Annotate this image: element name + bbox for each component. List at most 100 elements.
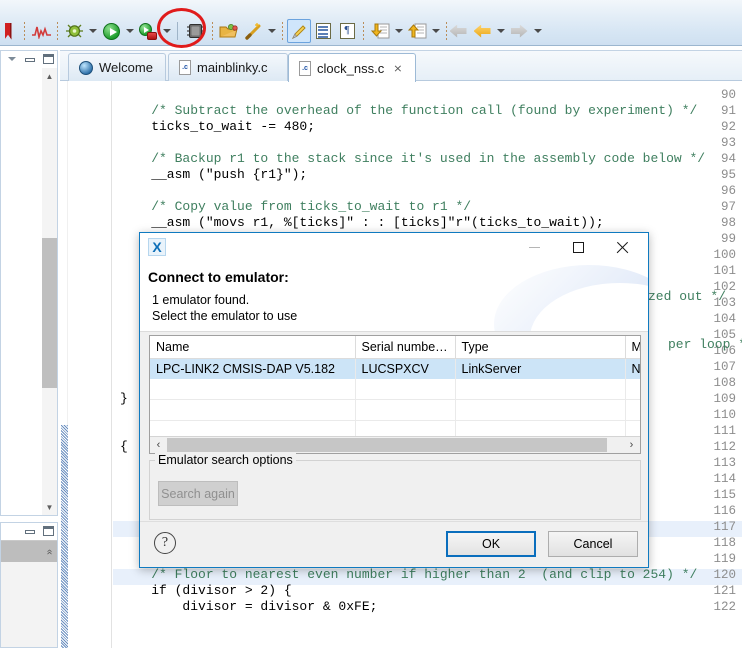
line-number: 108 (713, 376, 736, 390)
chip-debug-icon[interactable] (182, 19, 208, 43)
scrollbar-thumb[interactable] (167, 438, 607, 452)
build-dropdown-arrow[interactable] (265, 20, 278, 42)
table-column-header[interactable]: Name (150, 336, 356, 359)
ok-button[interactable]: OK (446, 531, 536, 557)
line-number: 116 (713, 504, 736, 518)
line-number: 107 (713, 360, 736, 374)
run-external-tools-icon[interactable] (136, 19, 160, 43)
cancel-button[interactable]: Cancel (548, 531, 638, 557)
table-cell: LUCSPXCV (355, 358, 456, 379)
search-again-button[interactable]: Search again (158, 481, 238, 506)
code-line: /* Floor to nearest even number if highe… (120, 567, 698, 582)
line-number: 115 (713, 488, 736, 502)
bookmark-red-icon[interactable] (0, 19, 20, 43)
eclipse-ide-window: ¶ ▲ ▼ » Welcome .c mainblinky.c .c clock… (0, 0, 742, 648)
group-label: Emulator search options (155, 453, 296, 467)
dialog-footer: ? OK Cancel (140, 521, 648, 567)
table-row[interactable]: LPC-LINK2 CMSIS-DAP V5.182 LUCSPXCV LinkSe… (150, 358, 640, 379)
editor-tabbar: Welcome .c mainblinky.c .c clock_nss.c ⨯ (60, 51, 742, 82)
line-number: 110 (713, 408, 736, 422)
table-column-header[interactable]: Type (455, 336, 626, 359)
table-row[interactable] (150, 379, 640, 400)
left-panel-scrollbar[interactable]: ▲ ▼ (42, 68, 57, 515)
table-column-header[interactable]: Manuf. (625, 336, 640, 359)
line-number: 91 (720, 104, 736, 118)
c-file-icon: .c (299, 60, 311, 76)
code-line: /* Subtract the overhead of the function… (120, 103, 698, 118)
forward-history-dropdown-arrow[interactable] (531, 20, 544, 42)
tab-welcome[interactable]: Welcome (68, 53, 166, 81)
build-wand-icon[interactable] (241, 19, 265, 43)
emulator-table[interactable]: NameSerial number/...TypeManuf. LPC-LINK… (149, 335, 641, 454)
table-view-icon[interactable] (311, 19, 335, 43)
restore-double-chevron-icon[interactable]: » (44, 549, 55, 555)
pilcrow-glyph: ¶ (339, 23, 355, 39)
back-history-disabled-icon (446, 19, 470, 43)
maximize-button[interactable] (556, 233, 600, 261)
help-icon[interactable]: ? (154, 532, 176, 554)
line-number: 100 (713, 248, 736, 262)
left-panel-bottom: » (0, 522, 58, 648)
line-number: 119 (713, 552, 736, 566)
line-number: 98 (720, 216, 736, 230)
signal-trace-icon[interactable] (29, 19, 53, 43)
scroll-left-arrow-icon[interactable]: ‹ (150, 437, 167, 453)
tab-mainblinky-c[interactable]: .c mainblinky.c (168, 53, 288, 81)
line-number: 95 (720, 168, 736, 182)
dialog-titlebar[interactable]: X (140, 233, 648, 261)
scroll-down-arrow-icon[interactable]: ▼ (42, 499, 57, 515)
maximize-button[interactable] (42, 53, 55, 66)
scrollbar-thumb[interactable] (42, 238, 57, 388)
line-number: 90 (720, 88, 736, 102)
minimize-button[interactable] (24, 53, 37, 66)
debug-dropdown-arrow[interactable] (86, 20, 99, 42)
code-line: __asm ("push {r1}"); (120, 167, 308, 182)
left-panel-top-body: ▲ ▼ (1, 68, 57, 515)
table-cell (150, 379, 356, 400)
minimize-icon (528, 246, 540, 248)
tab-close-icon[interactable]: ⨯ (393, 62, 402, 75)
pilcrow-icon[interactable]: ¶ (335, 19, 359, 43)
maximize-button[interactable] (42, 525, 55, 538)
run-icon[interactable] (99, 19, 123, 43)
scroll-up-arrow-icon[interactable]: ▲ (42, 68, 57, 84)
scroll-right-arrow-icon[interactable]: › (623, 437, 640, 453)
next-annotation-dropdown-arrow[interactable] (392, 20, 405, 42)
code-line: divisor = divisor & 0xFE; (120, 599, 378, 614)
c-file-icon: .c (179, 60, 191, 75)
external-tools-dropdown-arrow[interactable] (160, 20, 173, 42)
table-column-header[interactable]: Serial number/... (355, 336, 456, 359)
line-number: 112 (713, 440, 736, 454)
code-line: /* Backup r1 to the stack since it's use… (120, 151, 706, 166)
dialog-header: Connect to emulator: 1 emulator found. S… (140, 261, 648, 332)
table-row[interactable] (150, 399, 640, 421)
run-dropdown-arrow[interactable] (123, 20, 136, 42)
debug-bug-icon[interactable] (62, 19, 86, 43)
line-number: 93 (720, 136, 736, 150)
line-number: 99 (720, 232, 736, 246)
previous-annotation-icon[interactable] (405, 19, 429, 43)
forward-history-icon[interactable] (507, 19, 531, 43)
line-number: 121 (713, 584, 736, 598)
left-panel-bottom-header (1, 523, 57, 540)
table-cell: LinkServer (455, 358, 626, 379)
minimize-button[interactable] (24, 525, 37, 538)
collapse-chevron-icon[interactable] (6, 53, 19, 66)
tab-clock-nss-c[interactable]: .c clock_nss.c ⨯ (288, 53, 416, 82)
brush-highlight-icon[interactable] (287, 19, 311, 43)
close-button[interactable] (600, 233, 644, 261)
toolbar-separator (208, 20, 217, 42)
open-resource-icon[interactable] (217, 19, 241, 43)
back-history-dropdown-arrow[interactable] (494, 20, 507, 42)
minimize-button[interactable] (512, 233, 556, 261)
back-history-icon[interactable] (470, 19, 494, 43)
code-fragment-right: per loop */ (668, 337, 742, 352)
toolbar-separator (20, 20, 29, 42)
line-number: 96 (720, 184, 736, 198)
table-horizontal-scrollbar[interactable]: ‹ › (150, 436, 640, 453)
code-fragment-right: zed out */ (648, 289, 727, 304)
next-annotation-icon[interactable] (368, 19, 392, 43)
line-number: 94 (720, 152, 736, 166)
previous-annotation-dropdown-arrow[interactable] (429, 20, 442, 42)
code-line: ticks_to_wait -= 480; (120, 119, 316, 134)
